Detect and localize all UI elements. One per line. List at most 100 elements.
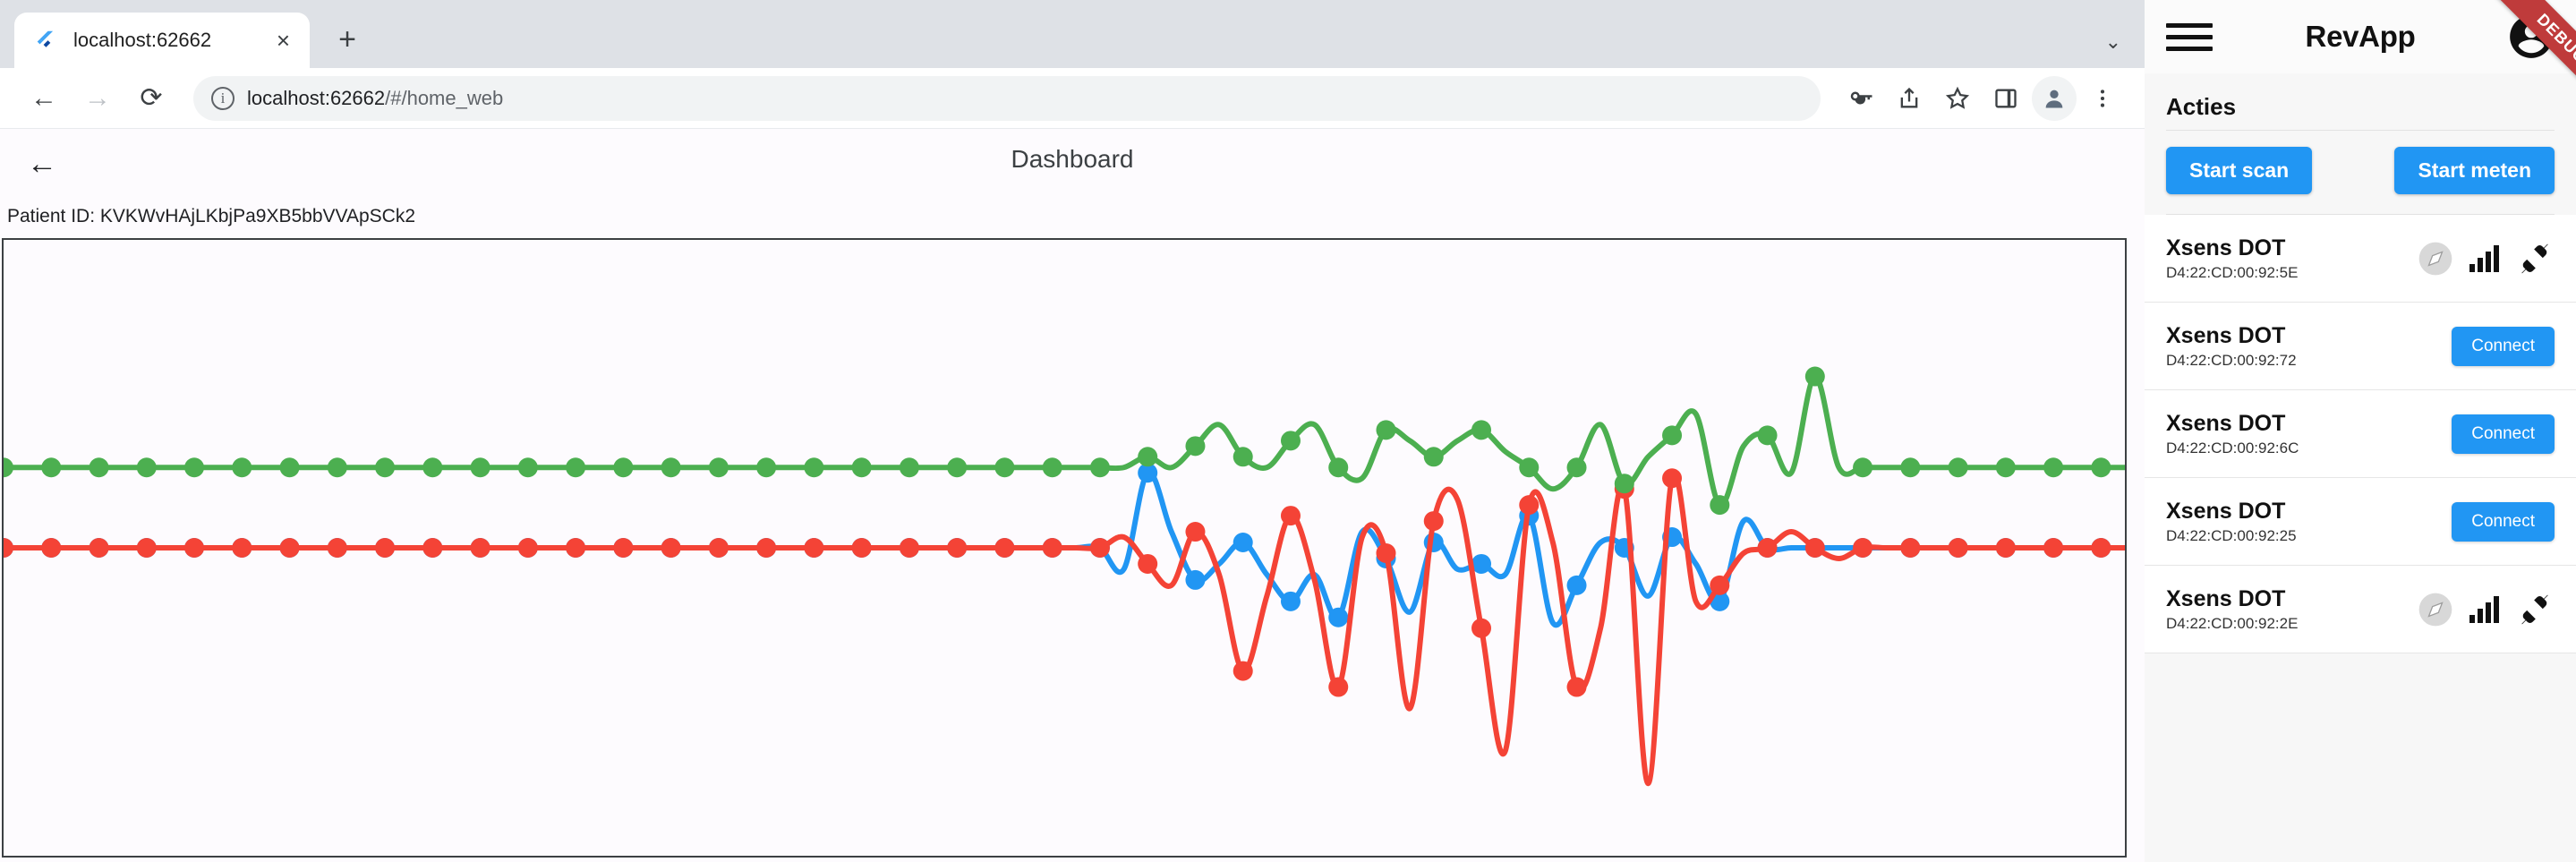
device-info: Xsens DOTD4:22:CD:00:92:6C — [2166, 410, 2452, 458]
share-icon[interactable] — [1887, 76, 1932, 121]
chart-point-red — [1328, 678, 1348, 697]
close-tab-icon[interactable]: × — [277, 29, 290, 52]
dashboard-page: ← Dashboard Patient ID: KVKWvHAjLKbjPa9X… — [0, 129, 2145, 862]
actions-button-row: Start scan Start meten — [2145, 131, 2576, 214]
chart-point-green — [1853, 457, 1872, 477]
device-info: Xsens DOTD4:22:CD:00:92:25 — [2166, 498, 2452, 546]
address-bar-url: localhost:62662/#/home_web — [247, 87, 503, 110]
signal-bars-icon[interactable] — [2469, 596, 2499, 623]
app-screen: localhost:62662 × + ⌄ ← → ⟳ i localhost:… — [0, 0, 2576, 862]
chart-point-red — [1853, 538, 1872, 558]
plug-connected-icon[interactable] — [2515, 241, 2555, 277]
chart-plot-area — [4, 240, 2125, 856]
chart-point-green — [566, 457, 585, 477]
chart-point-green — [1281, 431, 1301, 450]
hamburger-menu-icon[interactable] — [2166, 23, 2213, 51]
chart-point-green — [4, 457, 13, 477]
chart-point-green — [1758, 425, 1778, 445]
device-row[interactable]: Xsens DOTD4:22:CD:00:92:25Connect — [2145, 478, 2576, 566]
signal-bars-icon[interactable] — [2469, 245, 2499, 272]
device-info: Xsens DOTD4:22:CD:00:92:72 — [2166, 322, 2452, 371]
reload-button[interactable]: ⟳ — [127, 74, 175, 123]
chart-point-red — [1138, 554, 1157, 574]
browser-toolbar: ← → ⟳ i localhost:62662/#/home_web — [0, 68, 2145, 129]
chart-point-red — [1519, 495, 1539, 515]
chart-point-green — [137, 457, 157, 477]
device-name: Xsens DOT — [2166, 585, 2418, 613]
side-panel-icon[interactable] — [1983, 76, 2028, 121]
device-row[interactable]: Xsens DOTD4:22:CD:00:92:5E — [2145, 215, 2576, 303]
start-scan-button[interactable]: Start scan — [2166, 147, 2312, 194]
device-name: Xsens DOT — [2166, 410, 2452, 438]
connect-button[interactable]: Connect — [2452, 414, 2555, 454]
tab-search-chevron-icon[interactable]: ⌄ — [2105, 30, 2121, 54]
chart-point-red — [1949, 538, 1968, 558]
compass-icon[interactable] — [2418, 592, 2453, 627]
chart-point-green — [804, 457, 823, 477]
device-actions: Connect — [2452, 327, 2555, 366]
device-mac-address: D4:22:CD:00:92:72 — [2166, 352, 2452, 370]
chart-point-red — [518, 538, 538, 558]
chart-point-red — [1185, 522, 1205, 542]
more-menu-icon[interactable] — [2080, 76, 2125, 121]
browser-tab-title: localhost:62662 — [73, 29, 260, 52]
chart-point-red — [1471, 619, 1491, 638]
device-actions: Connect — [2452, 414, 2555, 454]
browser-window: localhost:62662 × + ⌄ ← → ⟳ i localhost:… — [0, 0, 2145, 862]
page-appbar: ← Dashboard — [0, 129, 2145, 197]
device-actions: Connect — [2452, 502, 2555, 542]
chart-point-red — [1376, 543, 1395, 563]
chart-point-green — [994, 457, 1014, 477]
chart-point-green — [232, 457, 252, 477]
compass-icon[interactable] — [2418, 241, 2453, 277]
bookmark-star-icon[interactable] — [1935, 76, 1980, 121]
site-info-icon[interactable]: i — [211, 87, 235, 110]
new-tab-button[interactable]: + — [322, 14, 372, 64]
key-icon[interactable] — [1838, 76, 1883, 121]
toolbar-icon-group — [1838, 76, 2125, 121]
chart-point-green — [613, 457, 633, 477]
connect-button[interactable]: Connect — [2452, 502, 2555, 542]
chart-point-green — [1043, 457, 1062, 477]
device-mac-address: D4:22:CD:00:92:2E — [2166, 615, 2418, 633]
chart-point-green — [1519, 457, 1539, 477]
chart-point-green — [1424, 447, 1444, 466]
chart-point-red — [661, 538, 681, 558]
device-row[interactable]: Xsens DOT D4:22:CD:00:92:2E — [2145, 566, 2576, 653]
account-circle-icon[interactable] — [2508, 13, 2555, 60]
plug-connected-icon[interactable] — [2515, 592, 2555, 627]
start-meten-button[interactable]: Start meten — [2394, 147, 2555, 194]
chart-point-green — [1662, 425, 1682, 445]
back-button[interactable]: ← — [20, 74, 68, 123]
chart-point-red — [804, 538, 823, 558]
device-row[interactable]: Xsens DOTD4:22:CD:00:92:6CConnect — [2145, 390, 2576, 478]
chart-point-red — [41, 538, 61, 558]
chart-point-green — [947, 457, 967, 477]
address-bar[interactable]: i localhost:62662/#/home_web — [193, 76, 1821, 121]
chart-point-green — [90, 457, 109, 477]
chart-point-red — [1900, 538, 1920, 558]
chart-point-red — [1758, 538, 1778, 558]
chart-line-green — [4, 377, 2125, 506]
chart-point-green — [1138, 447, 1157, 466]
connect-button[interactable]: Connect — [2452, 327, 2555, 366]
panel-body: Acties Start scan Start meten Xsens DOTD… — [2145, 73, 2576, 862]
chart-point-green — [1949, 457, 1968, 477]
chart-point-blue — [1281, 592, 1301, 611]
chart-point-red — [375, 538, 395, 558]
forward-button[interactable]: → — [73, 74, 122, 123]
device-info: Xsens DOT D4:22:CD:00:92:2E — [2166, 585, 2418, 634]
chart-point-green — [852, 457, 872, 477]
chart-point-red — [1996, 538, 2016, 558]
chart-point-red — [1424, 511, 1444, 531]
revapp-panel: RevApp DEBUG Acties Start scan Start met… — [2145, 0, 2576, 862]
panel-appbar: RevApp — [2145, 0, 2576, 73]
profile-avatar-icon[interactable] — [2032, 76, 2077, 121]
chart-point-green — [1328, 457, 1348, 477]
chart-point-green — [1471, 420, 1491, 440]
browser-tab[interactable]: localhost:62662 × — [14, 13, 310, 68]
chart-point-green — [184, 457, 204, 477]
device-row[interactable]: Xsens DOTD4:22:CD:00:92:72Connect — [2145, 303, 2576, 390]
chart-point-green — [1185, 436, 1205, 456]
chart-point-green — [2091, 457, 2111, 477]
